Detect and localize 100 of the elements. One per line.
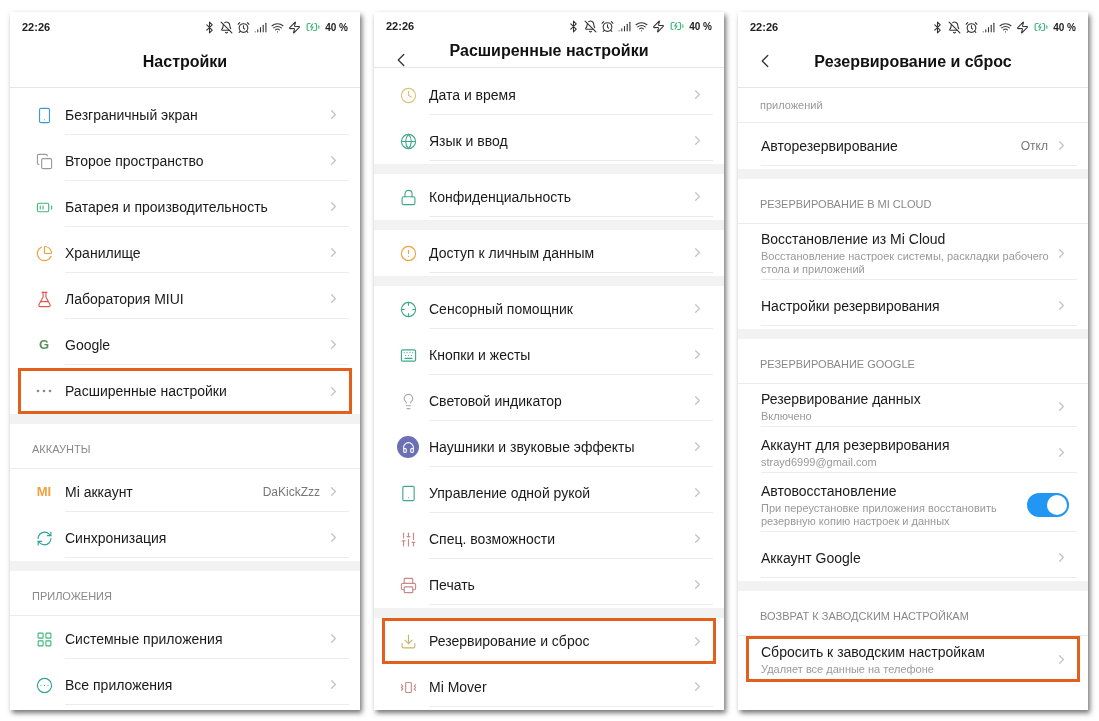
settings-item[interactable]: Сенсорный помощник (382, 286, 716, 332)
section-header: ВОЗВРАТ К ЗАВОДСКИМ НАСТРОЙКАМ (760, 610, 969, 622)
item-label: Управление одной рукой (429, 483, 592, 502)
settings-item[interactable]: Лаборатория MIUI (18, 276, 352, 322)
settings-item[interactable]: Резервирование данных Включено (746, 384, 1080, 430)
signal-icon (618, 19, 632, 33)
screen-title: Настройки (142, 51, 228, 72)
item-subtitle: При переустановке приложения восстановить резервную копию настроек и данных (761, 502, 998, 528)
section-header: РЕЗЕРВИРОВАНИЕ В MI CLOUD (760, 198, 932, 210)
item-subtitle: Включено (761, 410, 813, 423)
settings-item[interactable]: Авторезервирование Откл (746, 123, 1080, 169)
wifi-icon (271, 20, 285, 34)
printer-icon (399, 576, 417, 594)
screen-title: Расширенные настройки (449, 40, 649, 61)
wifi-icon (635, 19, 649, 33)
settings-item[interactable]: Синхронизация (18, 515, 352, 561)
settings-item[interactable]: Системные приложения (18, 616, 352, 662)
settings-item[interactable]: Восстановление из Mi Cloud Восстановление настроек системы, раскладки рабочего стола и приложений (746, 224, 1080, 283)
settings-item[interactable]: Аккаунт для резервирования strayd6999@gmail.com (746, 430, 1080, 476)
copy-icon (35, 152, 53, 170)
item-label: Google (65, 335, 112, 354)
settings-item[interactable]: Спец. возможности (382, 516, 716, 562)
tablet-icon (399, 484, 417, 502)
item-label: Сенсорный помощник (429, 299, 574, 318)
item-label: Резервирование и сброс (429, 632, 591, 650)
bell-off-icon (220, 20, 234, 34)
alarm-icon (237, 20, 251, 34)
status-time: 22:26 (22, 19, 51, 35)
item-label: Расширенные настройки (65, 382, 228, 400)
settings-item[interactable]: Дата и время (382, 72, 716, 118)
item-label: Аккаунт Google (761, 548, 862, 567)
settings-item[interactable]: Автовосстановление При переустановке приложения восстановить резервную копию настроек и данных (746, 476, 1080, 535)
item-label: Доступ к личным данным (429, 243, 596, 262)
item-subtitle: strayd6999@gmail.com (761, 456, 878, 469)
settings-item[interactable]: Печать (382, 562, 716, 608)
settings-item[interactable]: Аккаунт Google (746, 535, 1080, 581)
item-label: Восстановление из Mi Cloud (761, 230, 947, 248)
battery-icon (305, 20, 322, 34)
item-label: Печать (429, 575, 476, 594)
flask-icon (35, 290, 53, 308)
item-label: Конфиденциальность (429, 187, 572, 206)
logo-text: MI (36, 483, 52, 502)
settings-item[interactable]: Батарея и производительность (18, 184, 352, 230)
battery-percent: 40 % (325, 20, 348, 35)
status-time: 22:26 (386, 19, 415, 34)
item-label: Аккаунт для резервирования (761, 436, 951, 454)
item-label: Второе пространство (65, 151, 205, 170)
item-label: Резервирование данных (761, 390, 922, 408)
item-label: Системные приложения (65, 629, 224, 648)
flash-icon (1016, 20, 1030, 34)
pie-chart-icon (35, 244, 53, 262)
section-header: ПРИЛОЖЕНИЯ (32, 590, 112, 602)
settings-item[interactable]: Настройки резервирования (746, 283, 1080, 329)
alert-icon (399, 244, 417, 262)
alarm-icon (965, 20, 979, 34)
settings-item[interactable]: Резервирование и сброс (382, 618, 716, 664)
settings-item[interactable]: Управление одной рукой (382, 470, 716, 516)
headphones-icon (397, 436, 419, 458)
crosshair-icon (399, 300, 417, 318)
signal-icon (254, 20, 268, 34)
settings-item[interactable]: Второе пространство (18, 138, 352, 184)
item-label: Синхронизация (65, 528, 168, 547)
section-header: РЕЗЕРВИРОВАНИЕ GOOGLE (760, 358, 915, 370)
battery-percent: 40 % (689, 19, 712, 34)
item-label: Автовосстановление (761, 482, 898, 500)
settings-item[interactable]: Безграничный экран (18, 92, 352, 138)
grid-icon (35, 630, 53, 648)
item-label: Безграничный экран (65, 105, 199, 124)
item-label: Дата и время (429, 85, 517, 104)
clock-icon (399, 86, 417, 104)
lock-icon (399, 188, 417, 206)
settings-item[interactable]: Конфиденциальность (382, 174, 716, 220)
settings-item[interactable]: G Google (18, 322, 352, 368)
item-label: Кнопки и жесты (429, 345, 532, 364)
item-label: Mi Mover (429, 677, 488, 696)
item-label: Световой индикатор (429, 391, 563, 410)
status-time: 22:26 (750, 19, 779, 35)
toggle-switch[interactable] (1027, 493, 1069, 517)
settings-item[interactable]: Наушники и звуковые эффекты (382, 424, 716, 470)
item-label: Батарея и производительность (65, 197, 269, 216)
item-value: Откл (1020, 137, 1048, 155)
settings-item[interactable]: Расширенные настройки (18, 368, 352, 414)
settings-item[interactable]: MI Mi аккаунт DaKickZzz (18, 469, 352, 515)
item-label: Хранилище (65, 243, 142, 262)
settings-item[interactable]: Кнопки и жесты (382, 332, 716, 378)
screen-title: Резервирование и сброс (814, 51, 1012, 72)
settings-item[interactable]: Световой индикатор (382, 378, 716, 424)
bell-off-icon (584, 19, 598, 33)
sliders-icon (399, 530, 417, 548)
settings-item[interactable]: Сбросить к заводским настройкам Удаляет все данные на телефоне (746, 636, 1080, 682)
settings-item[interactable]: Mi Mover (382, 664, 716, 710)
more-icon (36, 389, 52, 393)
alarm-icon (601, 19, 615, 33)
settings-item[interactable]: Хранилище (18, 230, 352, 276)
wifi-icon (999, 20, 1013, 34)
settings-item[interactable]: Все приложения (18, 662, 352, 708)
sync-icon (35, 529, 53, 547)
bell-off-icon (948, 20, 962, 34)
settings-item[interactable]: Язык и ввод (382, 118, 716, 164)
settings-item[interactable]: Доступ к личным данным (382, 230, 716, 276)
